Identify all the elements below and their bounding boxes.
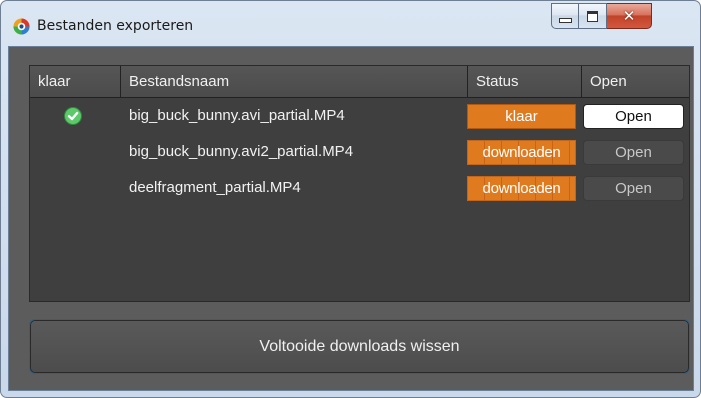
filename: big_buck_bunny.avi2_partial.MP4 [129, 143, 354, 160]
status-progress: downloaden [467, 176, 576, 201]
table-header: klaar Bestandsnaam Status Open [30, 66, 689, 98]
status-progress: downloaden [467, 140, 576, 165]
filename: big_buck_bunny.avi_partial.MP4 [129, 107, 345, 124]
table-row[interactable]: deelfragment_partial.MP4 downloaden Open [30, 173, 689, 205]
close-icon: ✕ [622, 6, 636, 25]
maximize-icon [587, 10, 598, 22]
app-logo-icon [13, 18, 30, 35]
table-row[interactable]: big_buck_bunny.avi_partial.MP4 klaar Ope… [30, 101, 689, 133]
column-header-status[interactable]: Status [468, 66, 582, 97]
column-header-filename[interactable]: Bestandsnaam [121, 66, 468, 97]
window-controls: ✕ [551, 3, 692, 31]
minimize-icon [558, 17, 572, 23]
maximize-button[interactable] [579, 3, 607, 29]
filename: deelfragment_partial.MP4 [129, 179, 301, 196]
open-button[interactable]: Open [583, 140, 684, 165]
check-icon [64, 107, 82, 125]
open-button[interactable]: Open [583, 104, 684, 129]
downloads-table: klaar Bestandsnaam Status Open big_buck_… [29, 65, 690, 302]
table-row[interactable]: big_buck_bunny.avi2_partial.MP4 download… [30, 137, 689, 169]
status-badge: klaar [467, 104, 576, 129]
open-button[interactable]: Open [583, 176, 684, 201]
dialog-body: klaar Bestandsnaam Status Open big_buck_… [8, 46, 694, 391]
minimize-button[interactable] [551, 3, 579, 29]
clear-completed-button[interactable]: Voltooide downloads wissen [29, 319, 690, 374]
window-title: Bestanden exporteren [37, 18, 194, 34]
column-header-open[interactable]: Open [582, 66, 689, 97]
export-window: Bestanden exporteren ✕ klaar Bestandsnaa… [0, 0, 701, 398]
title-bar[interactable]: Bestanden exporteren ✕ [1, 1, 700, 45]
close-button[interactable]: ✕ [607, 3, 652, 29]
column-header-done[interactable]: klaar [30, 66, 121, 97]
